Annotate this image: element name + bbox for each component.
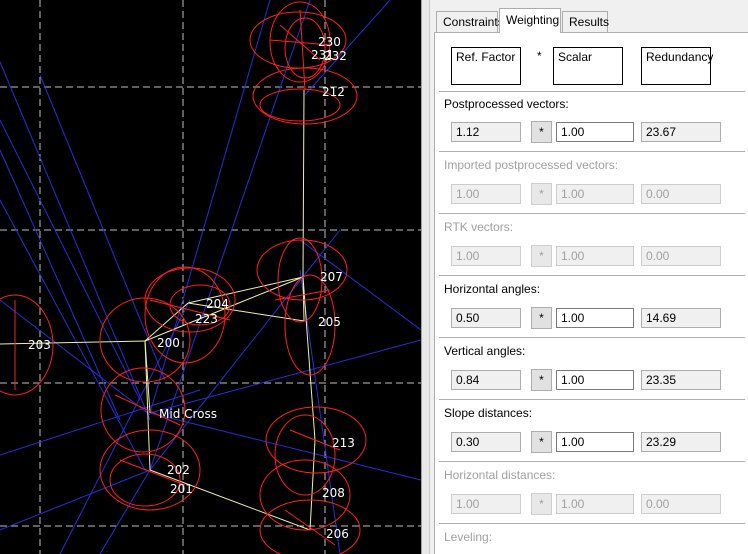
section-title-horizontal-angles: Horizontal angles:: [444, 282, 541, 296]
ref-factor-field: 1.00: [451, 184, 521, 204]
section-divider: [439, 523, 745, 524]
section-title-imported-vectors: Imported postprocessed vectors:: [444, 158, 619, 172]
tab-results[interactable]: Results: [562, 11, 609, 32]
point-label: 208: [322, 486, 345, 500]
observation-rays: [0, 0, 421, 554]
ref-factor-field: 1.00: [451, 494, 521, 514]
network-map-view[interactable]: 230 231 232 212 207 205 204 223 200 203 …: [0, 0, 421, 554]
redundancy-field: 0.00: [641, 184, 721, 204]
multiply-button: *: [531, 183, 552, 205]
redundancy-field: 23.35: [641, 370, 721, 390]
redundancy-field: 14.69: [641, 308, 721, 328]
section-title-leveling: Leveling:: [444, 530, 493, 544]
redundancy-field: 23.67: [641, 122, 721, 142]
point-label: 205: [318, 315, 341, 329]
point-label: Mid Cross: [159, 407, 217, 421]
redundancy-field: 0.00: [641, 494, 721, 514]
point-labels: 230 231 232 212 207 205 204 223 200 203 …: [28, 35, 355, 541]
ref-factor-header: Ref. Factor: [451, 47, 521, 85]
point-label: 204: [206, 297, 229, 311]
section-divider: [439, 399, 745, 400]
tab-weighting[interactable]: Weighting: [499, 8, 561, 33]
section-divider: [439, 213, 745, 214]
scalar-input: 1.00: [556, 246, 634, 266]
point-label: 202: [167, 463, 190, 477]
scalar-header: Scalar: [553, 47, 623, 85]
point-label: 232: [324, 49, 347, 63]
redundancy-field: 23.29: [641, 432, 721, 452]
point-label: 223: [195, 312, 218, 326]
ref-factor-field: 1.12: [451, 122, 521, 142]
scalar-input[interactable]: 1.00: [556, 308, 634, 328]
panel-splitter[interactable]: [421, 0, 430, 554]
weighting-tab-content: Ref. Factor * Scalar Redundancy Postproc…: [434, 32, 748, 554]
point-label: 207: [320, 270, 343, 284]
section-title-postprocessed-vectors: Postprocessed vectors:: [444, 97, 569, 111]
point-label: 200: [157, 336, 180, 350]
section-title-slope-distances: Slope distances:: [444, 406, 533, 420]
multiply-button: *: [531, 493, 552, 515]
multiply-button[interactable]: *: [531, 369, 552, 391]
point-label: 203: [28, 338, 51, 352]
network-map-svg[interactable]: 230 231 232 212 207 205 204 223 200 203 …: [0, 0, 421, 554]
tab-constraints[interactable]: Constraints: [436, 11, 504, 32]
scalar-input: 1.00: [556, 184, 634, 204]
multiply-button[interactable]: *: [531, 121, 552, 143]
section-divider: [439, 461, 745, 462]
network-lines: [0, 89, 316, 531]
point-label: 212: [322, 85, 345, 99]
scalar-input[interactable]: 1.00: [556, 122, 634, 142]
point-label: 230: [318, 35, 341, 49]
point-label: 213: [332, 436, 355, 450]
section-divider: [439, 275, 745, 276]
redundancy-field: 0.00: [641, 246, 721, 266]
ref-factor-field: 0.84: [451, 370, 521, 390]
grid-lines: [0, 0, 421, 554]
section-divider: [439, 151, 745, 152]
ref-factor-field: 1.00: [451, 246, 521, 266]
section-title-rtk-vectors: RTK vectors:: [444, 220, 514, 234]
section-title-horizontal-distances: Horizontal distances:: [444, 468, 556, 482]
ref-factor-field: 0.50: [451, 308, 521, 328]
properties-panel: Constraints Weighting Results Ref. Facto…: [430, 0, 748, 554]
point-label: 206: [326, 527, 349, 541]
section-divider: [439, 337, 745, 338]
multiply-button[interactable]: *: [531, 431, 552, 453]
ref-factor-field: 0.30: [451, 432, 521, 452]
multiply-button: *: [531, 245, 552, 267]
multiply-button[interactable]: *: [531, 307, 552, 329]
point-label: 201: [170, 482, 193, 496]
scalar-input[interactable]: 1.00: [556, 370, 634, 390]
section-title-vertical-angles: Vertical angles:: [444, 344, 526, 358]
redundancy-header: Redundancy: [641, 47, 713, 85]
scalar-input[interactable]: 1.00: [556, 432, 634, 452]
scalar-input: 1.00: [556, 494, 634, 514]
multiply-symbol: *: [537, 49, 542, 63]
section-divider: [439, 91, 745, 92]
